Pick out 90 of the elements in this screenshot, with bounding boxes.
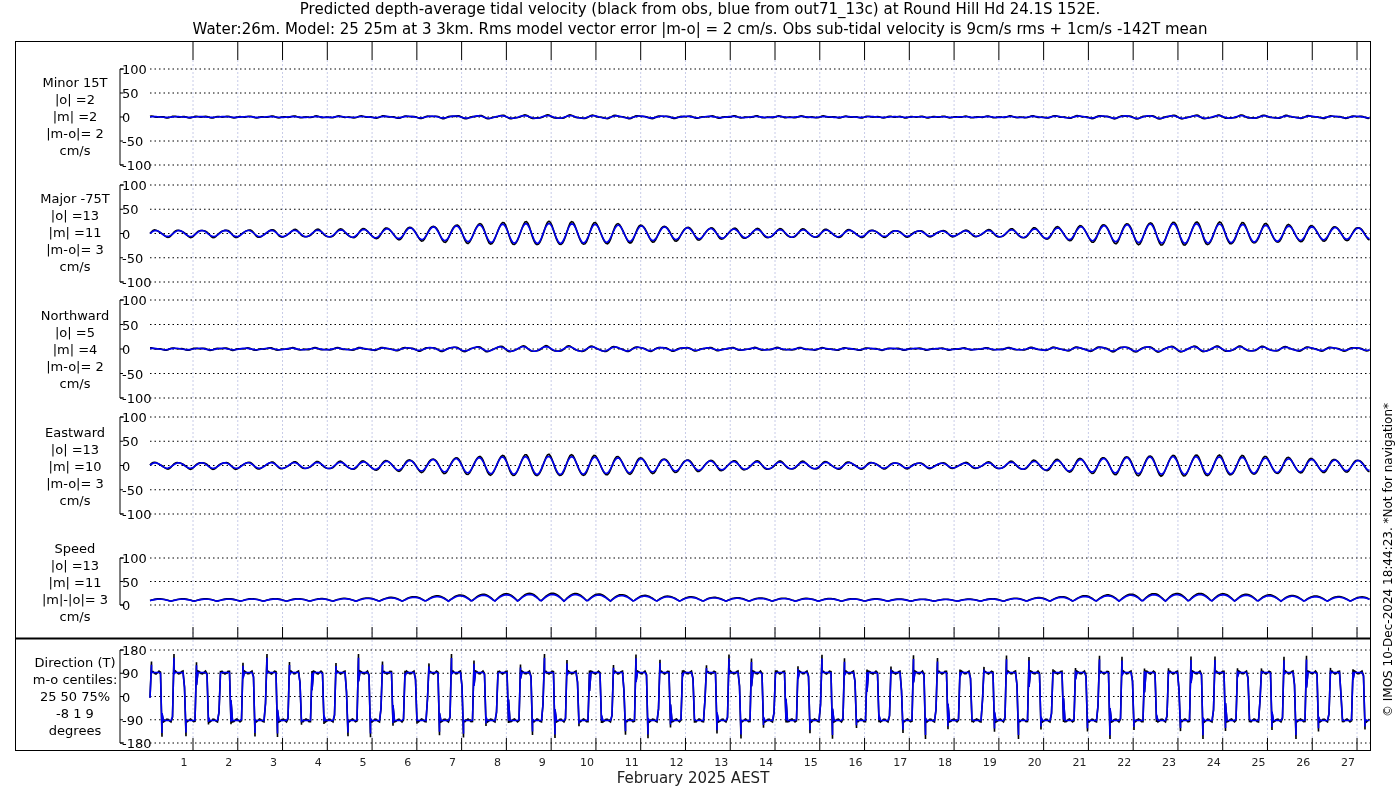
panel-label: |m| =10: [48, 459, 102, 474]
axis-tick-label: 5: [359, 756, 367, 769]
axis-tick-label: 100: [122, 178, 147, 193]
axis-tick-label: 100: [122, 551, 147, 566]
axis-tick-label: -50: [122, 482, 144, 498]
axis-tick-label: -100: [122, 275, 152, 290]
axis-tick-label: 50: [122, 202, 139, 218]
axis-tick-label: -50: [122, 250, 144, 266]
chart-title: Water:26m. Model: 25 25m at 3 3km. Rms model vector error |m-o| = 2 cm/s. Obs sub-tidal velocity is 9cm/s rms + 1cm/s -142T mean: [192, 20, 1208, 38]
panel-label: |o| =5: [55, 325, 95, 340]
panel-label: -8 1 9: [56, 706, 94, 721]
panel-label: |m-o|= 2: [46, 359, 104, 374]
panel-label: |o| =13: [50, 208, 100, 223]
panel-label: Eastward: [45, 425, 105, 440]
panel-label: cm/s: [59, 376, 91, 391]
axis-tick-label: 6: [404, 756, 412, 769]
axis-tick-label: 0: [122, 342, 131, 357]
axis-tick-label: 9: [538, 756, 546, 769]
axis-tick-label: 2: [225, 756, 233, 769]
axis-tick-label: 15: [803, 756, 818, 769]
axis-tick-label: 17: [893, 756, 908, 769]
panel-label: cm/s: [59, 143, 91, 158]
axis-tick-label: -100: [122, 391, 152, 406]
panel-label: |o| =13: [50, 558, 100, 573]
axis-tick-label: -90: [122, 712, 144, 728]
panel-label: Northward: [40, 308, 110, 323]
axis-tick-label: 20: [1027, 756, 1042, 769]
panel-label: Speed: [54, 541, 96, 556]
axis-tick-label: 3: [270, 756, 278, 769]
axis-tick-label: -180: [122, 736, 152, 751]
axis-tick-label: 0: [122, 110, 131, 125]
panel-label: Minor 15T: [42, 75, 108, 90]
axis-tick-label: 50: [122, 86, 139, 101]
axis-tick-label: 16: [848, 756, 863, 769]
axis-tick-label: 11: [624, 756, 639, 769]
axis-tick-label: 14: [759, 756, 773, 769]
panel-label: degrees: [48, 723, 102, 738]
axis-tick-label: 90: [122, 666, 139, 682]
axis-tick-label: 21: [1072, 756, 1087, 769]
panel-label: |m| =2: [52, 109, 98, 124]
axis-tick-label: -100: [122, 158, 152, 173]
panel-label: |m| =11: [48, 225, 102, 240]
axis-tick-label: 100: [122, 293, 147, 308]
axis-tick-label: 180: [122, 643, 147, 658]
axis-tick-label: 0: [122, 598, 131, 613]
axis-tick-label: 4: [314, 756, 322, 769]
panel-label: |m-o|= 2: [46, 126, 104, 141]
axis-tick-label: 7: [449, 756, 457, 769]
axis-label: February 2025 AEST: [616, 769, 770, 787]
axis-tick-label: 0: [122, 689, 131, 705]
axis-tick-label: 24: [1206, 756, 1221, 769]
axis-tick-label: 50: [122, 434, 139, 450]
axis-tick-label: 50: [122, 317, 139, 333]
panel-label: Direction (T): [34, 655, 116, 670]
axis-tick-label: 27: [1341, 756, 1355, 769]
axis-tick-label: 1: [180, 756, 188, 769]
axis-tick-label: 100: [122, 410, 147, 425]
axis-tick-label: 19: [982, 756, 997, 769]
panel-label: cm/s: [59, 493, 91, 508]
copyright-note: © IMOS 10-Dec-2024 18:44:23. *Not for navigation*: [1381, 402, 1395, 718]
axis-tick-label: -50: [122, 134, 144, 149]
axis-tick-label: 100: [122, 62, 147, 77]
chart-title: Predicted depth-average tidal velocity (black from obs, blue from out71_13c) at Round Hill Hd 24.1S 152E.: [299, 0, 1101, 18]
axis-tick-label: 12: [669, 756, 684, 769]
panel-label: cm/s: [59, 259, 91, 274]
axis-tick-label: 0: [122, 458, 131, 474]
panel-label: |m-o|= 3: [46, 476, 104, 491]
axis-tick-label: -100: [122, 507, 152, 522]
panel-label: |o| =2: [55, 92, 95, 107]
axis-tick-label: 13: [714, 756, 729, 769]
axis-tick-label: 23: [1161, 756, 1176, 769]
y-axis: [119, 557, 125, 606]
panel-label: |m| =11: [48, 575, 102, 590]
axis-tick-label: 50: [122, 574, 139, 590]
panel-label: m-o centiles:: [32, 672, 118, 687]
axis-tick-label: 10: [579, 756, 594, 769]
panel-label: |m|-|o|= 3: [41, 592, 109, 607]
axis-tick-label: 26: [1296, 756, 1311, 769]
axis-tick-label: 0: [122, 226, 131, 242]
panel-label: Major -75T: [40, 191, 110, 206]
axis-tick-label: 8: [493, 756, 501, 769]
axis-tick-label: 18: [938, 756, 953, 769]
panel-label: |o| =13: [50, 442, 100, 457]
panel-label: cm/s: [59, 609, 91, 624]
axis-tick-label: -50: [122, 366, 144, 382]
axis-tick-label: 25: [1251, 756, 1266, 769]
axis-tick-label: 22: [1117, 756, 1132, 769]
panel-label: 25 50 75%: [39, 689, 111, 704]
panel-label: |m-o|= 3: [46, 242, 104, 257]
panel-label: |m| =4: [52, 342, 98, 357]
